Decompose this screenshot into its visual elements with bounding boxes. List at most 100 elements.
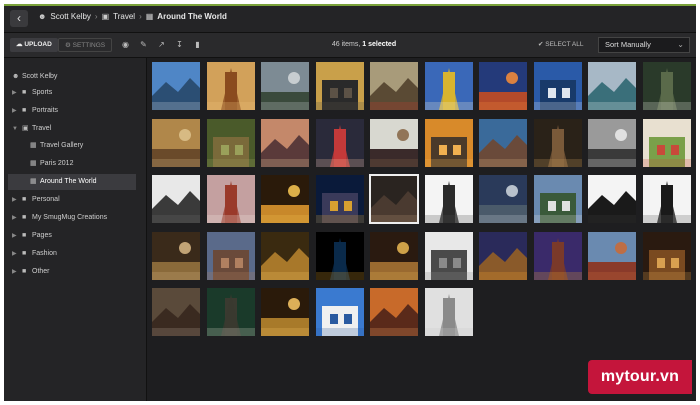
photo-thumbnail[interactable] [479,232,527,280]
photo-thumbnail[interactable] [261,119,309,167]
sidebar-item[interactable]: ▦ Travel Gallery [4,138,146,154]
photo-thumbnail[interactable] [479,62,527,110]
sidebar-item-label: Fashion [32,250,57,257]
photo-thumbnail[interactable] [316,62,364,110]
photo-thumbnail[interactable] [425,232,473,280]
photo-thumbnail[interactable] [316,119,364,167]
settings-button[interactable]: ⚙ SETTINGS [58,38,113,52]
sidebar-item[interactable]: ▶ ■ Fashion [4,246,146,262]
chevron-right-icon[interactable]: ▶ [12,192,17,208]
folder-icon: ■ [22,250,27,257]
chevron-right-icon[interactable]: ▶ [12,246,17,262]
select-all-button[interactable]: ✔ SELECT ALL [538,38,583,52]
photo-thumbnail[interactable] [588,62,636,110]
photo-thumbnail[interactable] [316,232,364,280]
photo-thumbnail[interactable] [643,62,691,110]
photo-thumbnail[interactable] [643,175,691,223]
breadcrumb-item-folder[interactable]: Travel [113,12,135,21]
sidebar-item[interactable]: ▼ ▣ Travel [4,121,146,137]
sidebar-item-label: My SmugMug Creations [32,214,108,221]
sidebar-item[interactable]: ☻ Scott Kelby [4,69,146,85]
photo-thumbnail[interactable] [588,232,636,280]
photo-thumbnail[interactable] [534,119,582,167]
chevron-right-icon[interactable]: ▶ [12,210,17,226]
sidebar-item[interactable]: ▶ ■ Other [4,264,146,280]
photo-thumbnail[interactable] [643,232,691,280]
photo-thumbnail[interactable] [425,175,473,223]
download-icon[interactable]: ↧ [174,38,185,52]
watermark-logo: mytour.vn [588,360,692,394]
photo-thumbnail[interactable] [588,175,636,223]
photo-image [479,62,527,110]
photo-thumbnail[interactable] [534,62,582,110]
chevron-right-icon[interactable]: ▶ [12,85,17,101]
photo-thumbnail[interactable] [261,232,309,280]
share-icon[interactable]: ↗ [156,38,167,52]
chevron-right-icon[interactable]: ▶ [12,103,17,119]
photo-thumbnail[interactable] [425,119,473,167]
photo-thumbnail[interactable] [370,232,418,280]
photo-thumbnail[interactable] [370,119,418,167]
photo-thumbnail[interactable] [425,62,473,110]
sort-value: Sort Manually [605,40,651,49]
chevron-down-icon[interactable]: ▼ [12,121,18,137]
photo-image [588,232,636,280]
photo-image [479,175,527,223]
folder-icon: ■ [22,107,27,114]
photo-image [425,119,473,167]
photo-thumbnail[interactable] [152,62,200,110]
upload-button[interactable]: ☁ UPLOAD [10,38,58,52]
photo-thumbnail[interactable] [152,232,200,280]
sidebar-item[interactable]: ▦ Paris 2012 [4,156,146,172]
back-button[interactable]: ‹ [10,10,28,27]
folder-open-icon: ▣ [22,125,29,132]
sort-dropdown[interactable]: Sort Manually ⌄ [598,37,690,53]
sidebar-item[interactable]: ▶ ■ Sports [4,85,146,101]
photo-thumbnail[interactable] [152,288,200,336]
photo-image [534,232,582,280]
photo-thumbnail[interactable] [207,119,255,167]
photo-thumbnail[interactable] [534,175,582,223]
photo-thumbnail[interactable] [207,232,255,280]
photo-thumbnail[interactable] [207,175,255,223]
sidebar-item-label: Travel [32,125,52,132]
sidebar-item[interactable]: ▶ ■ My SmugMug Creations [4,210,146,226]
photo-thumbnail[interactable] [479,119,527,167]
photo-thumbnail[interactable] [261,175,309,223]
wrench-icon[interactable]: ✎ [138,38,149,52]
photo-thumbnail[interactable] [534,232,582,280]
photo-thumbnail[interactable] [152,119,200,167]
photo-thumbnail[interactable] [316,288,364,336]
photo-thumbnail[interactable] [261,62,309,110]
photo-thumbnail[interactable] [588,119,636,167]
photo-image [643,232,691,280]
photo-thumbnail[interactable] [152,175,200,223]
gear-icon: ⚙ [65,42,71,49]
sidebar-item[interactable]: ▦ Around The World [8,174,136,190]
photo-thumbnail[interactable] [479,175,527,223]
app-window: ‹ ☻ Scott Kelby › ▣ Travel › ▦ Around Th… [4,4,696,401]
photo-image [207,62,255,110]
sidebar-item[interactable]: ▶ ■ Personal [4,192,146,208]
trash-icon[interactable]: ▮ [192,38,203,52]
check-circle-icon: ✔ [538,41,544,48]
sidebar-item[interactable]: ▶ ■ Pages [4,228,146,244]
sidebar-item[interactable]: ▶ ■ Portraits [4,103,146,119]
settings-label: SETTINGS [72,42,106,49]
photo-thumbnail[interactable] [207,288,255,336]
breadcrumb-item-root[interactable]: Scott Kelby [50,12,90,21]
photo-image [207,232,255,280]
photo-thumbnail[interactable] [370,62,418,110]
photo-thumbnail[interactable] [316,175,364,223]
photo-thumbnail[interactable] [370,288,418,336]
photo-thumbnail[interactable] [425,288,473,336]
photo-thumbnail[interactable] [207,62,255,110]
photo-image [425,288,473,336]
eye-icon[interactable]: ◉ [120,38,131,52]
photo-thumbnail[interactable] [261,288,309,336]
photo-thumbnail[interactable] [369,174,419,224]
chevron-right-icon[interactable]: ▶ [12,264,17,280]
chevron-right-icon[interactable]: ▶ [12,228,17,244]
photo-image [370,232,418,280]
photo-thumbnail[interactable] [643,119,691,167]
